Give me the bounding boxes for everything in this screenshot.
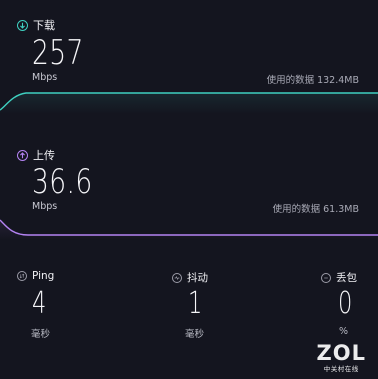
ping-label: Ping — [32, 270, 55, 282]
download-speed-graph — [0, 92, 378, 114]
ping-stat: Ping 4 毫秒 — [17, 270, 55, 340]
jitter-value: 1 — [188, 286, 203, 321]
packet-loss-unit: % — [339, 326, 349, 337]
upload-data-used: 使用的数据 61.3MB — [272, 204, 359, 215]
jitter-unit: 毫秒 — [185, 329, 205, 340]
download-arrow-icon — [17, 19, 28, 31]
watermark-logo-text: ZOL — [316, 341, 366, 365]
download-label: 下载 — [33, 19, 55, 32]
ping-icon — [17, 271, 27, 281]
download-speed-unit: Mbps — [32, 72, 58, 83]
watermark-subtitle: 中关村在线 — [323, 365, 359, 373]
packet-loss-label: 丢包 — [336, 272, 357, 284]
jitter-stat: 抖动 1 毫秒 — [172, 270, 208, 340]
upload-section: 上传 36.6 Mbps 使用的数据 61.3MB — [0, 140, 378, 255]
packet-loss-stat: 丢包 0 % — [321, 270, 357, 337]
jitter-icon — [172, 272, 182, 283]
packet-loss-value: 0 — [338, 286, 353, 321]
packet-loss-icon — [321, 272, 331, 283]
download-label-row: 下载 — [17, 17, 55, 33]
upload-speed-value: 36.6 — [32, 162, 93, 202]
upload-arrow-icon — [17, 149, 28, 161]
zol-watermark-logo: ZOL 中关村在线 — [316, 341, 366, 374]
upload-speed-graph — [0, 219, 378, 240]
upload-label: 上传 — [33, 149, 55, 162]
ping-value: 4 — [32, 286, 47, 321]
upload-speed-unit: Mbps — [32, 201, 58, 212]
jitter-label: 抖动 — [187, 272, 208, 284]
download-speed-value: 257 — [32, 33, 84, 73]
latency-stats-row: Ping 4 毫秒 抖动 1 毫秒 丢包 0 % — [0, 270, 378, 350]
download-section: 下载 257 Mbps 使用的数据 132.4MB — [0, 0, 378, 130]
upload-label-row: 上传 — [17, 147, 55, 163]
ping-unit: 毫秒 — [31, 329, 51, 340]
